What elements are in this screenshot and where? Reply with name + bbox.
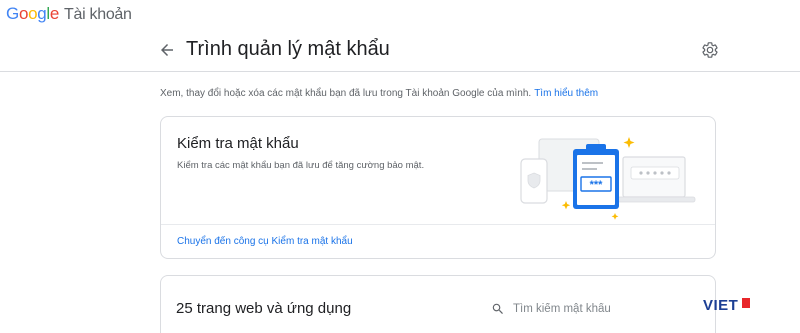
- go-to-password-checkup-link[interactable]: Chuyển đến công cụ Kiểm tra mật khẩu: [177, 236, 353, 247]
- google-account-logo[interactable]: Google Tài khoản: [6, 4, 132, 24]
- settings-button[interactable]: [701, 41, 719, 59]
- password-search-box[interactable]: [491, 296, 691, 322]
- learn-more-link[interactable]: Tìm hiểu thêm: [534, 88, 598, 99]
- search-input[interactable]: [513, 298, 683, 320]
- product-name: Tài khoản: [64, 6, 132, 23]
- page-header: Trình quản lý mật khẩu: [0, 28, 800, 72]
- arrow-left-icon: [161, 44, 173, 56]
- password-checkup-illustration: ***: [520, 137, 696, 220]
- intro-description: Xem, thay đổi hoặc xóa các mật khẩu bạn …: [160, 88, 532, 99]
- top-bar: Google Tài khoản: [0, 0, 800, 28]
- search-icon: [492, 303, 503, 314]
- gear-icon: [702, 42, 718, 58]
- logo-letter: o: [28, 4, 38, 23]
- page-title: Trình quản lý mật khẩu: [186, 38, 390, 60]
- card-divider: [161, 224, 715, 225]
- password-checkup-card: Kiểm tra mật khẩu Kiểm tra các mật khẩu …: [160, 116, 716, 259]
- back-button[interactable]: [158, 41, 176, 59]
- intro-text: Xem, thay đổi hoặc xóa các mật khẩu bạn …: [160, 88, 598, 99]
- watermark-badge: [742, 298, 750, 308]
- watermark-logo: VIET: [703, 297, 750, 321]
- checkup-title: Kiểm tra mật khẩu: [177, 135, 299, 152]
- masked-password-glyphs: ***: [590, 179, 604, 191]
- saved-sites-count-title: 25 trang web và ứng dụng: [176, 300, 352, 317]
- google-logo: Google: [6, 4, 59, 23]
- checkup-description: Kiểm tra các mật khẩu bạn đã lưu để tăng…: [177, 160, 425, 171]
- logo-letter: G: [6, 4, 19, 23]
- saved-passwords-card: 25 trang web và ứng dụng: [160, 275, 716, 333]
- logo-letter: e: [49, 4, 60, 23]
- watermark-text: VIET: [703, 297, 739, 314]
- logo-letter: o: [18, 4, 29, 23]
